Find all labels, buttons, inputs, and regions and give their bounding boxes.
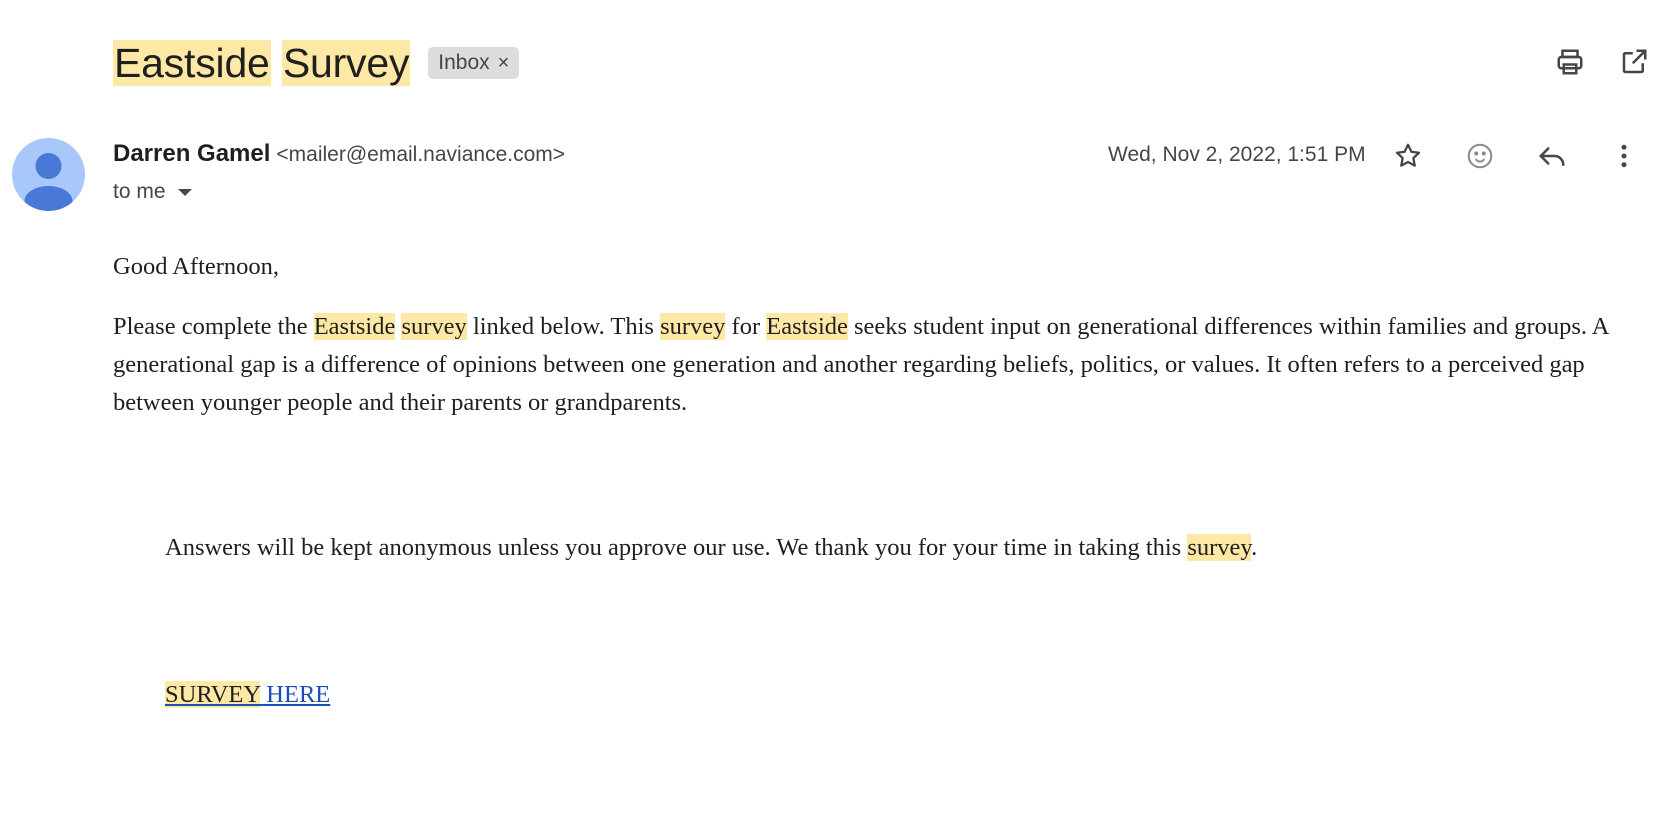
subject-word-highlight: Eastside <box>113 40 271 86</box>
search-highlight: Eastside <box>766 313 848 340</box>
search-highlight: survey <box>1187 534 1252 561</box>
link-text: HERE <box>260 681 331 708</box>
recipient-text: to me <box>113 180 166 203</box>
subject-word-highlight: Survey <box>281 40 411 86</box>
survey-link[interactable]: SURVEY HERE <box>165 681 330 708</box>
label-text: Inbox <box>438 51 490 74</box>
sender-avatar[interactable] <box>12 138 85 211</box>
body-paragraph: Please complete the Eastside survey link… <box>113 308 1633 422</box>
search-highlight: Eastside <box>313 313 396 340</box>
sender-info: Darren Gamel <mailer@email.naviance.com> <box>113 140 565 168</box>
message-body: Good Afternoon, Please complete the East… <box>113 248 1633 422</box>
more-options-icon[interactable] <box>1606 138 1642 174</box>
caret-down-icon <box>177 188 192 196</box>
sender-email: <mailer@email.naviance.com> <box>276 143 566 166</box>
text-run: linked below. This <box>466 313 661 340</box>
star-icon[interactable] <box>1390 138 1426 174</box>
emoji-reaction-icon[interactable] <box>1462 138 1498 174</box>
text-run: Please complete the <box>113 313 314 340</box>
search-highlight: survey <box>660 313 726 340</box>
message-date: Wed, Nov 2, 2022, 1:51 PM <box>1108 143 1366 166</box>
message-actions <box>1390 138 1642 174</box>
recipient-details-toggle[interactable]: to me <box>113 180 192 204</box>
thread-toolbar <box>1552 44 1652 80</box>
sender-name[interactable]: Darren Gamel <box>113 140 270 168</box>
reply-icon[interactable] <box>1534 138 1570 174</box>
search-highlight: survey <box>401 313 467 340</box>
subject-row: Eastside Survey Inbox × <box>113 38 520 88</box>
remove-label-icon[interactable]: × <box>498 52 510 75</box>
greeting: Good Afternoon, <box>113 253 280 280</box>
inbox-label-chip[interactable]: Inbox × <box>428 47 520 79</box>
text-run: Answers will be kept anonymous unless yo… <box>165 534 1188 561</box>
text-run: for <box>725 313 767 340</box>
print-icon[interactable] <box>1552 44 1588 80</box>
body-paragraph-anonymity: Answers will be kept anonymous unless yo… <box>165 529 1257 567</box>
email-subject: Eastside Survey <box>113 38 411 88</box>
open-in-new-window-icon[interactable] <box>1616 44 1652 80</box>
search-highlight: SURVEY <box>165 681 261 708</box>
survey-link-line: SURVEY HERE <box>165 676 330 714</box>
text-run: . <box>1251 534 1258 561</box>
